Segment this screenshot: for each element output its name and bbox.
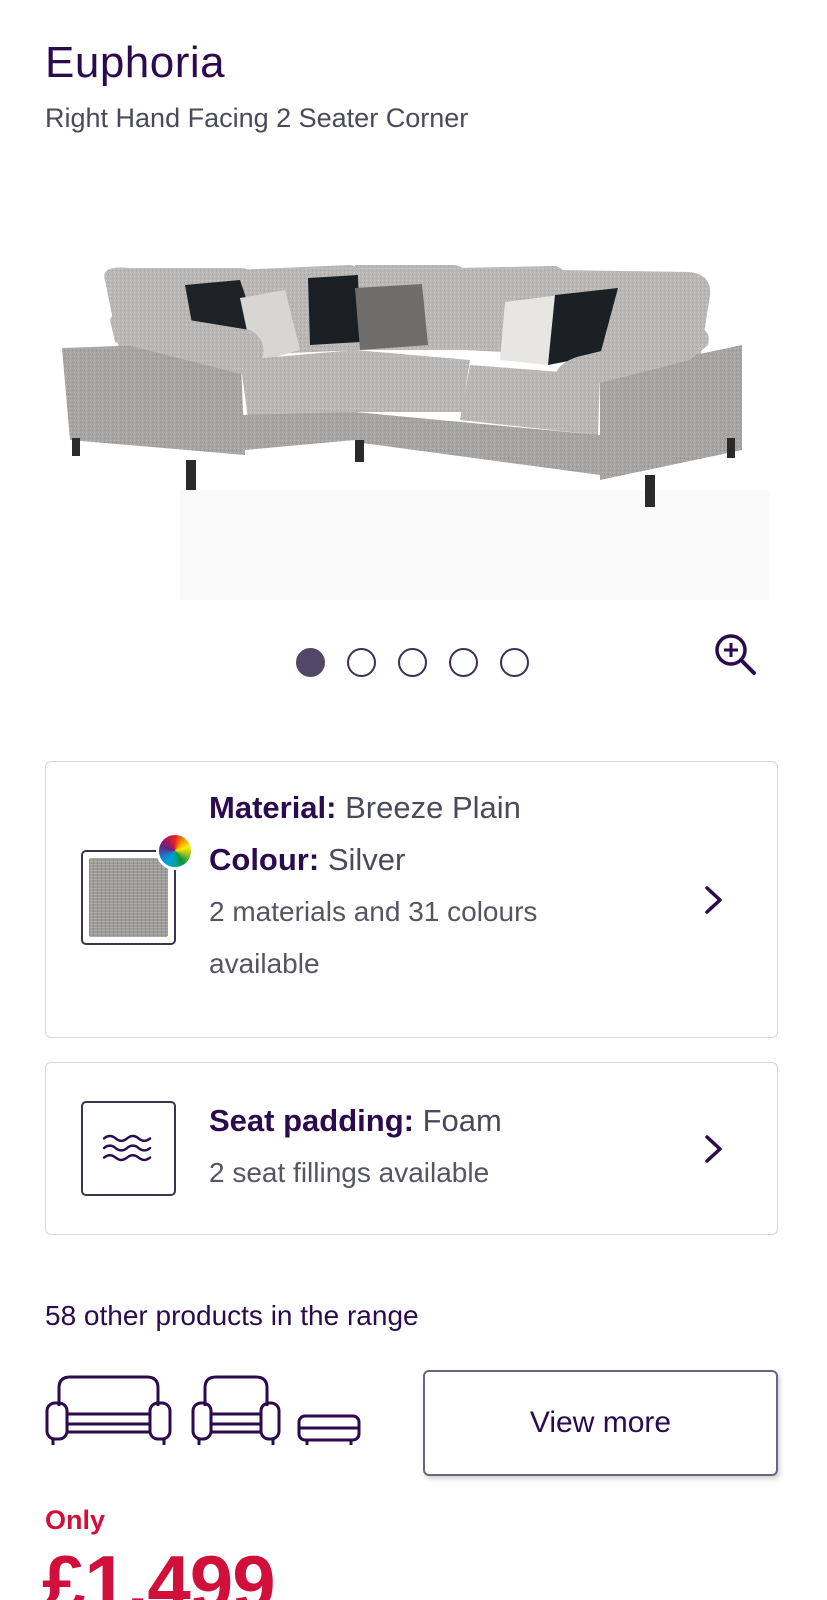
carousel-dot-1[interactable] xyxy=(296,648,325,677)
chevron-right-icon xyxy=(705,1135,722,1163)
view-more-button[interactable]: View more xyxy=(423,1370,778,1476)
carousel-dot-3[interactable] xyxy=(398,648,427,677)
carousel-dot-4[interactable] xyxy=(449,648,478,677)
carousel-dot-5[interactable] xyxy=(500,648,529,677)
color-wheel-icon xyxy=(156,832,194,870)
colour-line: Colour: Silver xyxy=(209,842,406,877)
material-colour-card[interactable]: Material: Breeze Plain Colour: Silver 2 … xyxy=(45,761,778,1038)
product-image[interactable] xyxy=(0,150,827,620)
chevron-right-icon xyxy=(705,886,722,914)
range-count-text: 58 other products in the range xyxy=(45,1300,419,1331)
zoom-in-icon[interactable] xyxy=(713,632,757,676)
price-label: Only xyxy=(45,1505,106,1535)
product-title: Euphoria xyxy=(45,38,226,87)
availability-line-2: available xyxy=(209,948,320,979)
armchair-icon xyxy=(191,1375,281,1445)
sofa-icon xyxy=(45,1375,172,1445)
availability-line-1: 2 materials and 31 colours xyxy=(209,896,538,927)
seat-padding-card[interactable]: Seat padding: Foam 2 seat fillings avail… xyxy=(45,1062,778,1235)
waves-icon xyxy=(81,1101,176,1196)
seat-padding-line: Seat padding: Foam xyxy=(209,1103,502,1138)
carousel-dot-2[interactable] xyxy=(347,648,376,677)
product-subtitle: Right Hand Facing 2 Seater Corner xyxy=(45,103,469,133)
material-line: Material: Breeze Plain xyxy=(209,790,521,825)
seat-fillings-line: 2 seat fillings available xyxy=(209,1157,490,1188)
price-value: £1,499 xyxy=(42,1539,276,1600)
sofa-illustration xyxy=(62,265,770,600)
carousel-dots xyxy=(296,648,529,677)
range-icons xyxy=(45,1375,361,1445)
footstool-icon xyxy=(297,1414,361,1445)
